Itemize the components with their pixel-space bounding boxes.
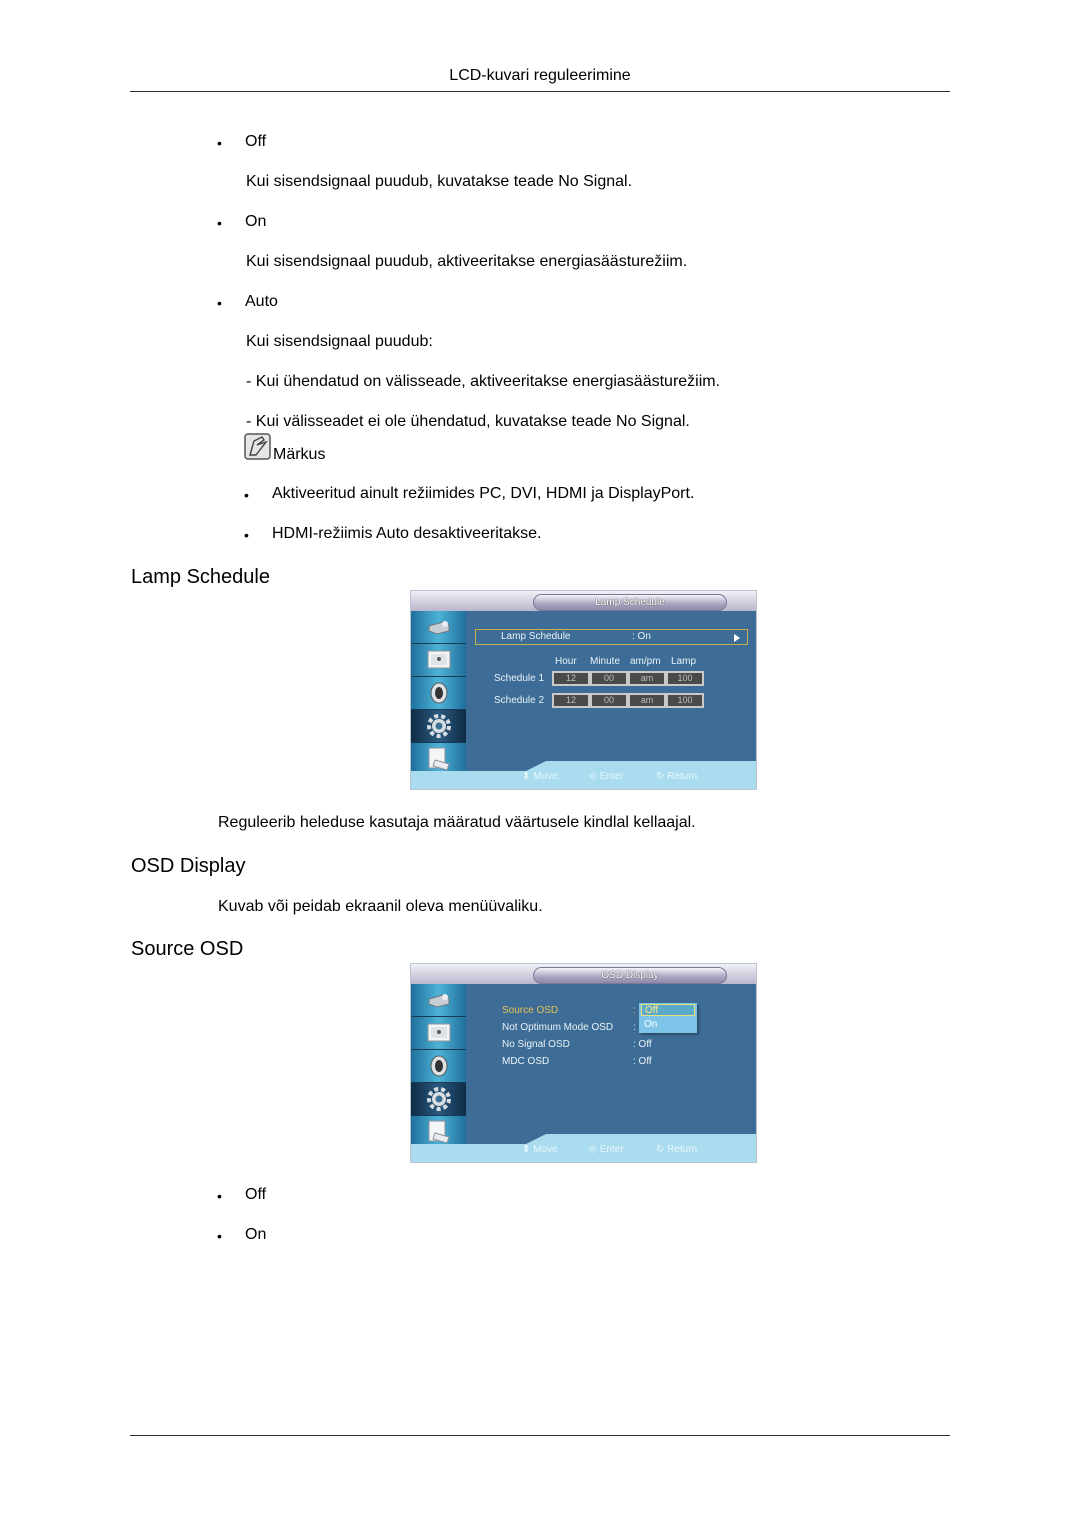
schedule-2-label: Schedule 2 [494, 695, 545, 706]
footer-move: ⬍ Move [522, 1144, 558, 1155]
option-auto-detail-connected: - Kui ühendatud on välisseade, aktiveeri… [246, 373, 721, 390]
lamp-schedule-description: Reguleerib heleduse kasutaja määratud vä… [218, 814, 696, 831]
section-heading-source-osd: Source OSD [131, 938, 244, 960]
osd-display-description: Kuvab või peidab ekraanil oleva menüüval… [218, 898, 543, 915]
osd-footer-tab [526, 761, 756, 771]
option-auto-description: Kui sisendsignaal puudub: [246, 333, 433, 350]
option-off-label: Off [245, 133, 267, 150]
option-auto-label: Auto [245, 293, 278, 310]
picture-icon [411, 1017, 466, 1050]
menu-item-source-osd[interactable]: Source OSD [502, 1005, 558, 1016]
footer-enter: ⎆ Enter [589, 771, 624, 782]
section-heading-osd-display: OSD Display [131, 855, 246, 877]
column-header-minute: Minute [590, 656, 621, 667]
schedule-1-label: Schedule 1 [494, 673, 545, 684]
option-off-description: Kui sisendsignaal puudub, kuvatakse tead… [246, 173, 633, 190]
menu-item-not-optimum-mode-osd[interactable]: Not Optimum Mode OSD [502, 1022, 613, 1033]
bullet-icon: • [217, 1188, 222, 1204]
bullet-icon: • [244, 527, 249, 543]
note-item-hdmi: HDMI-režiimis Auto desaktiveeritakse. [272, 525, 542, 542]
input-connector-icon [411, 611, 466, 644]
return-icon: ↻ [656, 771, 668, 782]
footer-rule [130, 1435, 950, 1436]
footer-move: ⬍ Move [522, 771, 558, 782]
osd-sidebar [411, 984, 466, 1144]
source-osd-option-on: On [245, 1226, 267, 1243]
column-header-lamp: Lamp [671, 656, 697, 667]
schedule-1-hour[interactable]: 12 [552, 671, 590, 686]
source-osd-screenshot: OSD Display Source OSD : Not Optimum Mod… [410, 963, 757, 1163]
option-on-description: Kui sisendsignaal puudub, aktiveeritakse… [246, 253, 688, 270]
note-pencil-icon [244, 433, 271, 460]
schedule-2-ampm[interactable]: am [628, 693, 666, 708]
source-osd-option-off: Off [245, 1186, 267, 1203]
menu-item-no-signal-osd-value: : Off [633, 1039, 652, 1050]
sound-icon [411, 677, 466, 710]
schedule-2-hour[interactable]: 12 [552, 693, 590, 708]
option-on-label: On [245, 213, 267, 230]
footer-enter: ⎆ Enter [589, 1144, 624, 1155]
lamp-schedule-row-value: : On [632, 631, 651, 642]
enter-icon: ⎆ [589, 1144, 600, 1155]
schedule-1-lamp[interactable]: 100 [666, 671, 704, 686]
column-header-ampm: am/pm [630, 656, 661, 667]
option-auto-detail-disconnected: - Kui välisseadet ei ole ühendatud, kuva… [246, 413, 690, 430]
column-header-hour: Hour [555, 656, 577, 667]
section-heading-lamp-schedule: Lamp Schedule [131, 566, 270, 588]
menu-item-not-optimum-mode-osd-value: : [633, 1022, 636, 1033]
enter-icon: ⎆ [589, 771, 600, 782]
setup-gear-icon [411, 710, 466, 743]
menu-item-source-osd-value: : [633, 1005, 636, 1016]
menu-item-mdc-osd[interactable]: MDC OSD [502, 1056, 549, 1067]
osd-sidebar [411, 611, 466, 771]
osd-title: OSD Display [533, 967, 727, 984]
footer-return: ↻ Return [656, 771, 698, 782]
osd-footer [411, 1144, 756, 1162]
footer-return: ↻ Return [656, 1144, 698, 1155]
bullet-icon: • [217, 295, 222, 311]
note-item-modes: Aktiveeritud ainult režiimides PC, DVI, … [272, 485, 695, 502]
page-header-title: LCD-kuvari reguleerimine [449, 67, 631, 84]
source-osd-dropdown[interactable]: Off On [639, 1003, 697, 1033]
osd-title: Lamp Schedule [533, 594, 727, 611]
lamp-schedule-osd-screenshot: Lamp Schedule Lamp Schedule : On Hour Mi… [410, 590, 757, 790]
header-rule [130, 91, 950, 92]
osd-footer [411, 771, 756, 789]
move-arrows-icon: ⬍ [522, 771, 534, 782]
input-connector-icon [411, 984, 466, 1017]
menu-item-no-signal-osd[interactable]: No Signal OSD [502, 1039, 570, 1050]
bullet-icon: • [217, 135, 222, 151]
dropdown-option-on[interactable]: On [641, 1019, 695, 1031]
setup-gear-icon [411, 1083, 466, 1116]
schedule-2-minute[interactable]: 00 [590, 693, 628, 708]
return-icon: ↻ [656, 1144, 668, 1155]
move-arrows-icon: ⬍ [522, 1144, 534, 1155]
osd-footer-tab [526, 1134, 756, 1144]
bullet-icon: • [217, 1228, 222, 1244]
menu-item-mdc-osd-value: : Off [633, 1056, 652, 1067]
note-title: Märkus [273, 446, 326, 463]
sound-icon [411, 1050, 466, 1083]
schedule-2-lamp[interactable]: 100 [666, 693, 704, 708]
schedule-1-minute[interactable]: 00 [590, 671, 628, 686]
arrow-right-icon [734, 634, 740, 642]
dropdown-option-off[interactable]: Off [641, 1004, 695, 1016]
schedule-1-ampm[interactable]: am [628, 671, 666, 686]
bullet-icon: • [217, 215, 222, 231]
bullet-icon: • [244, 487, 249, 503]
picture-icon [411, 644, 466, 677]
lamp-schedule-row-label: Lamp Schedule [501, 631, 571, 642]
